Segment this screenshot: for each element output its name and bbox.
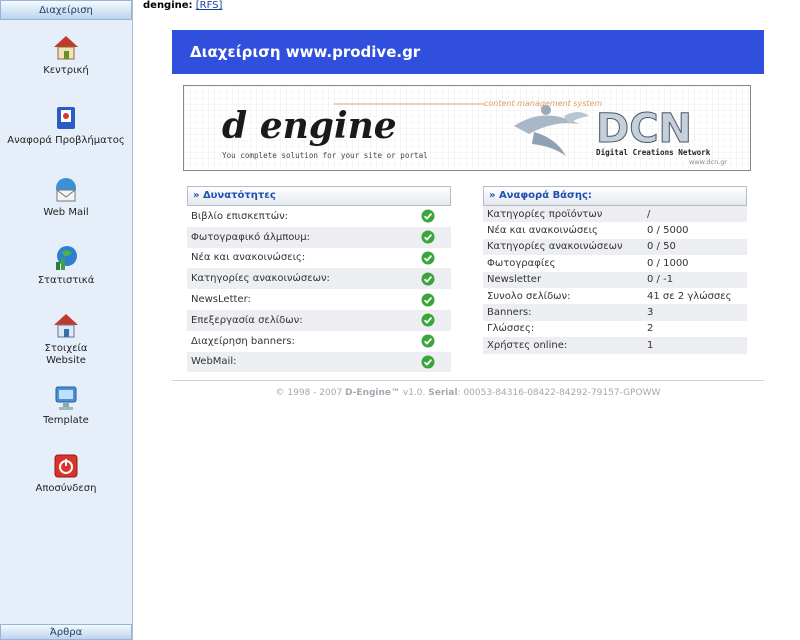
report-label: Φωτογραφίες [487, 257, 556, 269]
check-icon [421, 272, 435, 286]
report-label: Συνολο σελίδων: [487, 290, 571, 302]
sidebar: Διαχείριση Κεντρική Αναφορά Προβλήματος … [0, 0, 133, 640]
sidebar-item-bug-report[interactable]: Αναφορά Προβλήματος [0, 104, 132, 147]
sidebar-item-label: Web Mail [43, 207, 89, 218]
report-label: Χρήστες online: [487, 339, 568, 351]
report-row: Νέα και ανακοινώσεις 0 / 5000 [483, 222, 747, 238]
report-row: Γλώσσες: 2 [483, 321, 747, 337]
dcn-logo-text: DCN [596, 106, 692, 152]
capabilities-title: » Δυνατότητες [187, 186, 451, 206]
bug-report-icon [57, 107, 75, 129]
report-row: Φωτογραφίες 0 / 1000 [483, 255, 747, 271]
check-icon [421, 293, 435, 307]
report-row: Κατηγορίες ανακοινώσεων 0 / 50 [483, 238, 747, 256]
report-label: Banners: [487, 307, 532, 319]
check-icon [421, 334, 435, 348]
report-value: 0 / -1 [647, 274, 674, 286]
capability-label: Φωτογραφικό άλμπουμ: [191, 231, 310, 243]
sidebar-item-label: Κεντρική [43, 65, 89, 76]
report-label: Newsletter [487, 274, 542, 286]
capability-row: NewsLetter: [187, 289, 451, 310]
report-row: Χρήστες online: 1 [483, 337, 747, 354]
capability-row: Νέα και ανακοινώσεις: [187, 248, 451, 269]
report-row: Κατηγορίες προϊόντων / [483, 206, 747, 223]
sidebar-item-template[interactable]: Template [0, 384, 132, 427]
report-title: » Αναφορά Βάσης: [483, 186, 747, 206]
capability-label: Κατηγορίες ανακοινώσεων: [191, 273, 330, 285]
capabilities-panel: » Δυνατότητες Βιβλίο επισκεπτών: Φωτογραφ… [187, 186, 451, 373]
statistics-icon [56, 246, 77, 270]
dengine-dcn-banner: content management system d engine You c… [184, 86, 750, 170]
template-icon [55, 386, 77, 410]
check-icon [421, 209, 435, 223]
capability-label: Διαχείρηση banners: [191, 335, 295, 347]
report-value: 41 σε 2 γλώσσες [647, 290, 732, 302]
report-value: 3 [647, 307, 654, 319]
capability-row: Επεξεργασία σελίδων: [187, 309, 451, 331]
footer-version: v1.0. [402, 388, 426, 398]
report-value: 1 [647, 339, 654, 351]
footer: © 1998 - 2007 D-Engine™ v1.0. Serial: 00… [172, 388, 764, 398]
sidebar-footer[interactable]: Άρθρα [0, 624, 132, 640]
sidebar-item-label: Στατιστικά [37, 275, 95, 286]
sidebar-item-website-info[interactable]: Στοιχεία Website [0, 312, 132, 367]
rfs-link[interactable]: [RFS] [196, 0, 223, 11]
report-row: Newsletter 0 / -1 [483, 271, 747, 288]
sidebar-item-label: Στοιχεία Website [44, 343, 88, 366]
banner-image: content management system d engine You c… [183, 85, 751, 171]
report-value: 0 / 1000 [647, 257, 689, 269]
capability-label: Βιβλίο επισκεπτών: [191, 210, 289, 222]
footer-product: D-Engine™ [345, 388, 401, 398]
sidebar-item-label: Template [43, 415, 89, 426]
report-label: Κατηγορίες ανακοινώσεων [487, 241, 623, 253]
dcn-subtitle: Digital Creations Network [596, 148, 711, 157]
report-label: Κατηγορίες προϊόντων [487, 208, 603, 220]
capability-row: Βιβλίο επισκεπτών: [187, 206, 451, 227]
capability-row: Κατηγορίες ανακοινώσεων: [187, 268, 451, 290]
footer-divider [172, 380, 764, 381]
capability-label: Νέα και ανακοινώσεις: [191, 252, 306, 264]
breadcrumb: dengine: [RFS] [143, 0, 222, 11]
database-report-panel: » Αναφορά Βάσης: Κατηγορίες προϊόντων / Νέ… [483, 186, 747, 354]
page-title: Διαχείριση www.prodive.gr [172, 30, 764, 74]
capability-row: Διαχείρηση banners: [187, 331, 451, 352]
solution-tagline: You complete solution for your site or p… [222, 151, 428, 160]
report-value: / [647, 208, 651, 220]
dengine-logo-text: d engine [222, 105, 397, 147]
report-label: Νέα και ανακοινώσεις [487, 225, 598, 237]
capability-row: Φωτογραφικό άλμπουμ: [187, 226, 451, 248]
logout-icon [54, 454, 78, 478]
sidebar-header: Διαχείριση [0, 0, 132, 20]
webmail-icon [56, 178, 76, 202]
sidebar-item-label: Αναφορά Προβλήματος [7, 135, 125, 146]
report-value: 0 / 5000 [647, 225, 689, 237]
report-value: 0 / 50 [647, 241, 676, 253]
capability-label: WebMail: [191, 356, 237, 368]
capability-label: NewsLetter: [191, 294, 251, 306]
sidebar-item-statistics[interactable]: Στατιστικά [0, 244, 132, 287]
capability-row: WebMail: [187, 351, 451, 373]
check-icon [421, 251, 435, 265]
check-icon [421, 355, 435, 369]
report-row: Συνολο σελίδων: 41 σε 2 γλώσσες [483, 288, 747, 304]
report-row: Banners: 3 [483, 304, 747, 321]
report-value: 2 [647, 323, 654, 335]
sidebar-item-webmail[interactable]: Web Mail [0, 176, 132, 219]
sidebar-item-label: Αποσύνδεση [35, 483, 97, 494]
dcn-url: www.dcn.gr [689, 158, 727, 166]
check-icon [421, 230, 435, 244]
capability-label: Επεξεργασία σελίδων: [191, 314, 303, 326]
sidebar-item-logout[interactable]: Αποσύνδεση [0, 452, 132, 495]
home-icon [54, 36, 78, 60]
footer-serial: : 00053-84316-08422-84292-79157-GPOWW [457, 388, 661, 398]
website-info-icon [54, 314, 78, 338]
breadcrumb-prefix: dengine: [143, 0, 193, 11]
check-icon [421, 313, 435, 327]
report-label: Γλώσσες: [487, 323, 535, 335]
sidebar-item-home[interactable]: Κεντρική [0, 34, 132, 77]
footer-serial-label: Serial [428, 388, 458, 398]
footer-copyright: © 1998 - 2007 [275, 388, 343, 398]
